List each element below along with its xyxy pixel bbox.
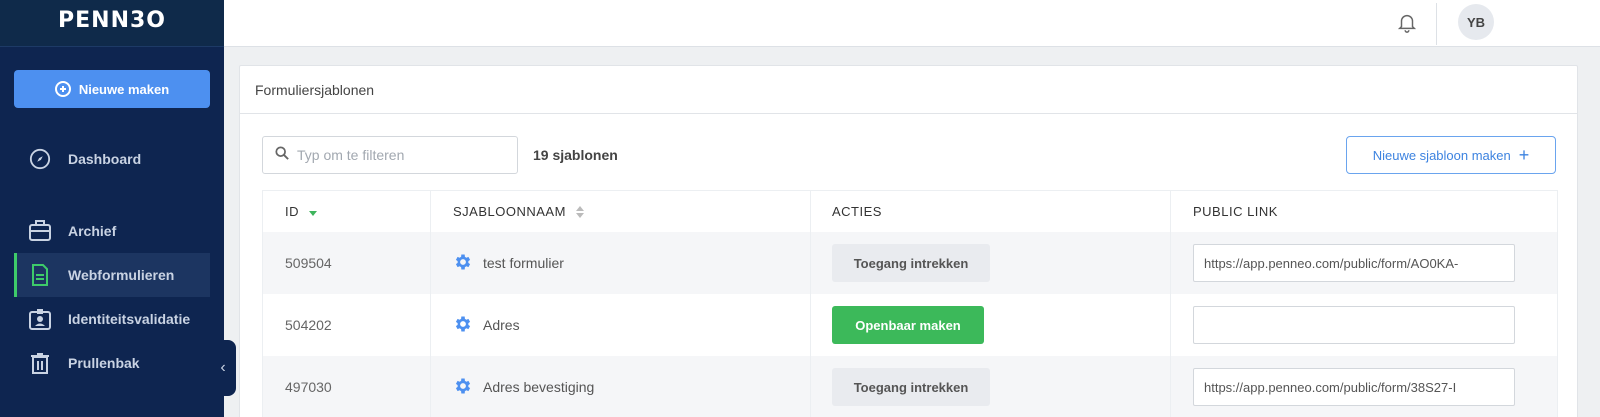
sidebar-item-webformulieren[interactable]: Webformulieren xyxy=(14,253,210,297)
table-row: 509504 test formulier Toegang intrekken xyxy=(263,232,1557,294)
sidebar-item-dashboard[interactable]: Dashboard xyxy=(14,137,210,181)
plus-circle-icon xyxy=(54,81,71,97)
row-name: test formulier xyxy=(431,232,811,294)
user-avatar[interactable]: YB xyxy=(1458,4,1494,40)
sort-icon xyxy=(575,205,584,218)
trash-icon xyxy=(28,351,52,375)
new-create-label: Nieuwe maken xyxy=(78,81,170,97)
row-name: Adres bevestiging xyxy=(431,356,811,417)
compass-icon xyxy=(28,147,52,171)
header-divider xyxy=(1436,3,1437,45)
public-link-field[interactable] xyxy=(1193,244,1515,282)
chevron-left-icon: ‹ xyxy=(220,359,226,376)
top-header xyxy=(224,0,1600,47)
column-header-label: SJABLOONNAAM xyxy=(453,204,566,219)
templates-card: Formuliersjablonen 19 sjablonen Nieuwe s… xyxy=(239,65,1578,417)
filter-input[interactable] xyxy=(297,147,507,163)
column-header-id[interactable]: ID xyxy=(263,191,431,232)
column-header-name[interactable]: SJABLOONNAAM xyxy=(431,191,811,232)
column-header-public-link: PUBLIC LINK xyxy=(1171,191,1559,232)
id-badge-icon xyxy=(28,307,52,331)
new-create-button[interactable]: Nieuwe maken xyxy=(14,70,210,108)
column-header-actions: ACTIES xyxy=(811,191,1171,232)
column-header-label: ACTIES xyxy=(832,204,882,219)
bell-icon[interactable] xyxy=(1396,11,1418,33)
gear-icon[interactable] xyxy=(453,314,473,337)
sidebar-item-label: Webformulieren xyxy=(68,267,175,283)
column-header-label: PUBLIC LINK xyxy=(1193,204,1278,219)
filter-field[interactable] xyxy=(262,136,518,174)
table-row: 504202 Adres Openbaar maken xyxy=(263,294,1557,356)
row-id: 497030 xyxy=(263,356,431,417)
page-scrollbar[interactable] xyxy=(1588,48,1600,417)
penneo-logo[interactable]: PENN3O xyxy=(0,8,224,33)
gear-icon[interactable] xyxy=(453,252,473,275)
plus-icon: + xyxy=(1518,145,1530,165)
briefcase-icon xyxy=(28,219,52,243)
card-title: Formuliersjablonen xyxy=(240,66,1577,114)
row-public-link xyxy=(1171,232,1559,294)
sidebar-collapse-toggle[interactable]: ‹ xyxy=(210,340,236,396)
sidebar: PENN3O Nieuwe maken Dashboard Archief We… xyxy=(0,0,224,417)
public-link-field[interactable] xyxy=(1193,368,1515,406)
sort-descending-icon xyxy=(309,210,317,216)
sidebar-item-label: Identiteitsvalidatie xyxy=(68,311,191,327)
row-name: Adres xyxy=(431,294,811,356)
sidebar-item-label: Prullenbak xyxy=(68,355,140,371)
column-header-label: ID xyxy=(285,204,299,219)
templates-table: ID SJABLOONNAAM ACTIES PUBLIC LINK 50950… xyxy=(262,190,1558,417)
document-icon xyxy=(28,263,52,287)
sidebar-item-archief[interactable]: Archief xyxy=(14,209,210,253)
row-id: 504202 xyxy=(263,294,431,356)
row-actions: Toegang intrekken xyxy=(811,356,1171,417)
make-public-button[interactable]: Openbaar maken xyxy=(832,306,984,344)
public-link-field[interactable] xyxy=(1193,306,1515,344)
table-row: 497030 Adres bevestiging Toegang intrekk… xyxy=(263,356,1557,417)
revoke-access-button[interactable]: Toegang intrekken xyxy=(832,368,990,406)
revoke-access-button[interactable]: Toegang intrekken xyxy=(832,244,990,282)
row-actions: Openbaar maken xyxy=(811,294,1171,356)
sidebar-item-prullenbak[interactable]: Prullenbak xyxy=(14,341,210,385)
new-template-button[interactable]: Nieuwe sjabloon maken + xyxy=(1346,136,1556,174)
gear-icon[interactable] xyxy=(453,376,473,399)
row-public-link xyxy=(1171,294,1559,356)
logo-bar: PENN3O xyxy=(0,0,224,47)
sidebar-item-identiteitsvalidatie[interactable]: Identiteitsvalidatie xyxy=(14,297,210,341)
row-id: 509504 xyxy=(263,232,431,294)
template-count: 19 sjablonen xyxy=(533,147,618,163)
table-header-row: ID SJABLOONNAAM ACTIES PUBLIC LINK xyxy=(263,191,1557,232)
new-template-label: Nieuwe sjabloon maken xyxy=(1372,147,1511,163)
row-public-link xyxy=(1171,356,1559,417)
row-actions: Toegang intrekken xyxy=(811,232,1171,294)
sidebar-item-label: Archief xyxy=(68,223,117,239)
sidebar-item-label: Dashboard xyxy=(68,151,142,167)
search-icon xyxy=(275,145,289,165)
